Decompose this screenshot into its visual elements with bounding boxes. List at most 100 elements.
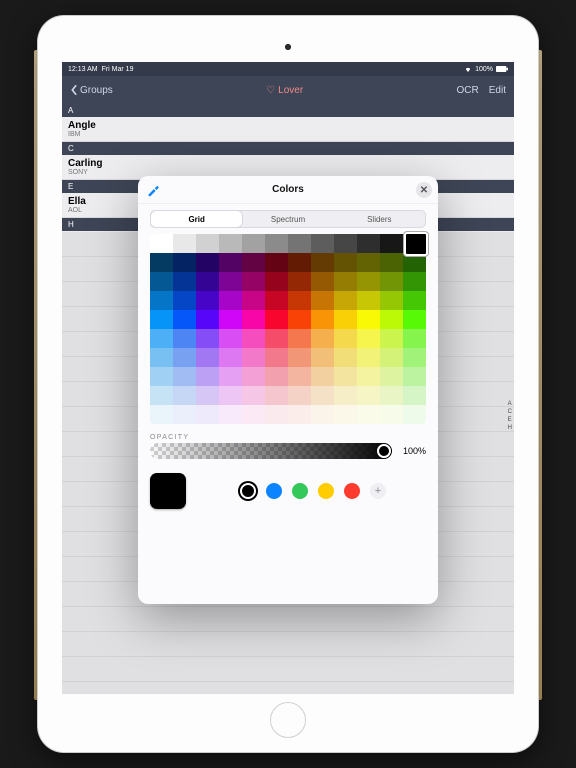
color-swatch[interactable] (265, 234, 288, 253)
color-swatch[interactable] (242, 310, 265, 329)
color-swatch[interactable] (219, 291, 242, 310)
color-swatch[interactable] (403, 291, 426, 310)
color-swatch[interactable] (288, 234, 311, 253)
color-swatch[interactable] (334, 348, 357, 367)
color-swatch[interactable] (173, 310, 196, 329)
color-swatch[interactable] (265, 348, 288, 367)
color-swatch[interactable] (196, 253, 219, 272)
color-swatch[interactable] (150, 367, 173, 386)
color-swatch[interactable] (173, 272, 196, 291)
color-swatch[interactable] (380, 253, 403, 272)
preset-dot[interactable] (266, 483, 282, 499)
color-swatch[interactable] (242, 329, 265, 348)
color-swatch[interactable] (311, 272, 334, 291)
color-swatch[interactable] (196, 234, 219, 253)
color-swatch[interactable] (219, 253, 242, 272)
color-swatch[interactable] (403, 386, 426, 405)
preset-dot[interactable] (240, 483, 256, 499)
color-swatch[interactable] (196, 310, 219, 329)
color-swatch[interactable] (219, 329, 242, 348)
color-swatch[interactable] (288, 310, 311, 329)
color-swatch[interactable] (173, 234, 196, 253)
tab-sliders[interactable]: Sliders (334, 211, 425, 227)
color-swatch[interactable] (288, 272, 311, 291)
color-swatch[interactable] (219, 310, 242, 329)
tab-grid[interactable]: Grid (151, 211, 242, 227)
color-swatch[interactable] (357, 234, 380, 253)
color-swatch[interactable] (242, 405, 265, 424)
color-swatch[interactable] (173, 405, 196, 424)
color-swatch[interactable] (242, 234, 265, 253)
color-swatch[interactable] (311, 234, 334, 253)
edit-button[interactable]: Edit (489, 85, 506, 96)
color-swatch[interactable] (311, 386, 334, 405)
color-swatch[interactable] (380, 367, 403, 386)
color-swatch[interactable] (380, 386, 403, 405)
color-swatch[interactable] (242, 386, 265, 405)
color-swatch[interactable] (380, 310, 403, 329)
color-swatch[interactable] (288, 367, 311, 386)
tab-spectrum[interactable]: Spectrum (242, 211, 333, 227)
color-swatch[interactable] (403, 405, 426, 424)
color-swatch[interactable] (357, 386, 380, 405)
close-icon[interactable]: ✕ (416, 182, 432, 198)
color-swatch[interactable] (380, 405, 403, 424)
color-swatch[interactable] (357, 405, 380, 424)
color-swatch[interactable] (219, 386, 242, 405)
color-swatch[interactable] (357, 272, 380, 291)
color-swatch[interactable] (265, 291, 288, 310)
color-swatch[interactable] (334, 310, 357, 329)
color-swatch[interactable] (380, 329, 403, 348)
color-swatch[interactable] (357, 348, 380, 367)
color-swatch[interactable] (150, 405, 173, 424)
color-swatch[interactable] (357, 329, 380, 348)
color-swatch[interactable] (196, 329, 219, 348)
color-swatch[interactable] (380, 291, 403, 310)
opacity-slider[interactable] (150, 443, 392, 459)
color-swatch[interactable] (150, 291, 173, 310)
color-swatch[interactable] (242, 367, 265, 386)
color-swatch[interactable] (288, 386, 311, 405)
color-swatch[interactable] (265, 367, 288, 386)
color-swatch[interactable] (403, 310, 426, 329)
color-swatch[interactable] (265, 386, 288, 405)
color-swatch[interactable] (242, 253, 265, 272)
color-swatch[interactable] (311, 253, 334, 272)
index-letter[interactable]: H (508, 425, 512, 431)
color-swatch[interactable] (219, 272, 242, 291)
preset-dot[interactable] (318, 483, 334, 499)
color-swatch[interactable] (288, 253, 311, 272)
color-swatch[interactable] (173, 367, 196, 386)
color-swatch[interactable] (334, 272, 357, 291)
color-swatch[interactable] (173, 291, 196, 310)
color-swatch[interactable] (403, 367, 426, 386)
color-swatch[interactable] (311, 367, 334, 386)
color-swatch[interactable] (311, 348, 334, 367)
color-swatch[interactable] (311, 310, 334, 329)
color-swatch[interactable] (150, 386, 173, 405)
color-swatch[interactable] (380, 234, 403, 253)
color-swatch[interactable] (265, 253, 288, 272)
color-swatch[interactable] (311, 329, 334, 348)
color-swatch[interactable] (334, 386, 357, 405)
color-swatch[interactable] (219, 348, 242, 367)
color-swatch[interactable] (288, 291, 311, 310)
color-swatch[interactable] (219, 367, 242, 386)
color-swatch[interactable] (357, 367, 380, 386)
color-swatch[interactable] (173, 386, 196, 405)
color-swatch[interactable] (173, 348, 196, 367)
color-swatch[interactable] (357, 253, 380, 272)
color-swatch[interactable] (334, 367, 357, 386)
back-button[interactable]: Groups (70, 85, 113, 96)
index-strip[interactable]: A C E H (508, 401, 512, 431)
color-swatch[interactable] (242, 291, 265, 310)
color-swatch[interactable] (242, 272, 265, 291)
color-swatch[interactable] (334, 253, 357, 272)
index-letter[interactable]: C (508, 409, 512, 415)
color-swatch[interactable] (150, 234, 173, 253)
color-swatch[interactable] (311, 291, 334, 310)
color-swatch[interactable] (288, 405, 311, 424)
color-swatch[interactable] (357, 291, 380, 310)
eyedropper-icon[interactable] (146, 183, 160, 197)
color-swatch[interactable] (357, 310, 380, 329)
